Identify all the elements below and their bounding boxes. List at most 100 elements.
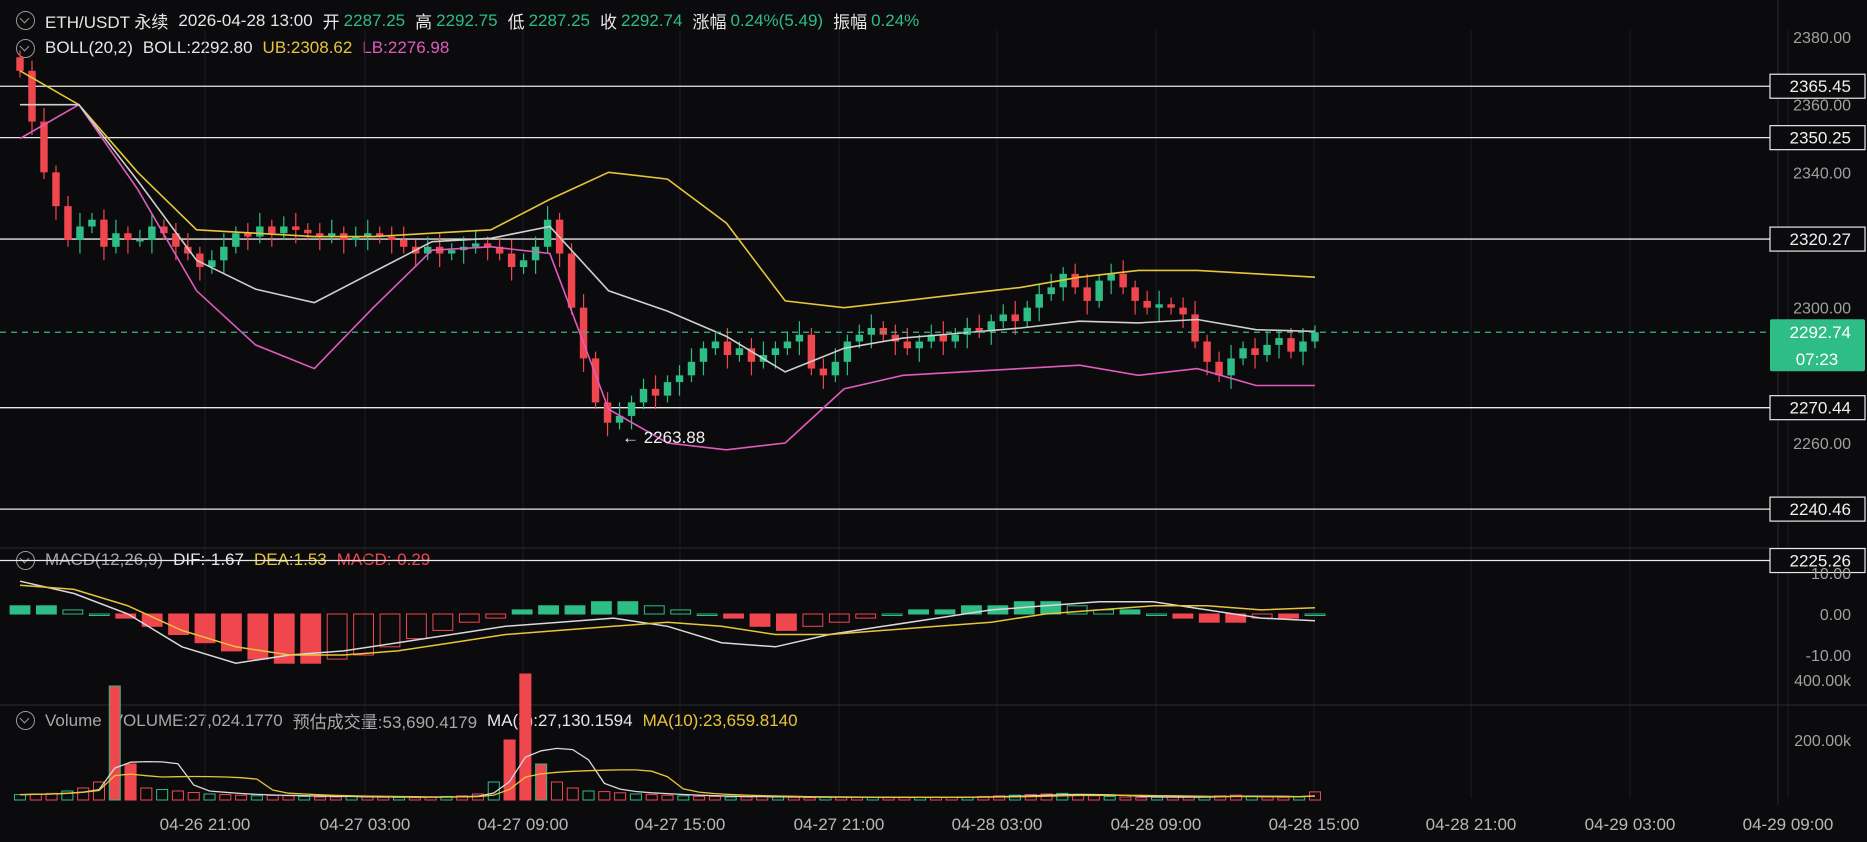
volume-bar: [203, 793, 216, 801]
macd-histogram-bar: [908, 609, 929, 615]
volume-bar: [250, 795, 263, 801]
x-tick-label: 04-27 09:00: [478, 815, 569, 834]
volume-bar: [1293, 796, 1306, 801]
candle-body: [879, 327, 888, 335]
x-tick-label: 04-29 09:00: [1743, 815, 1834, 834]
candle-body: [220, 246, 228, 261]
volume-bar: [124, 763, 137, 801]
macd-histogram-bar: [696, 613, 718, 616]
volume-bar: [882, 797, 895, 801]
candle-body: [1071, 273, 1079, 288]
candle-body: [939, 334, 948, 342]
candle-body: [387, 236, 396, 240]
candle-body: [735, 348, 744, 356]
candle-body: [1263, 344, 1271, 356]
candle-body: [627, 402, 636, 416]
macd-histogram-bar: [1172, 613, 1194, 619]
volume-bar: [1119, 796, 1132, 801]
macd-histogram-bar: [9, 605, 31, 615]
volume-bar: [235, 794, 248, 801]
macd-histogram-bar: [643, 605, 665, 615]
volume-y-tick-label: 200.00k: [1794, 733, 1852, 750]
x-tick-label: 04-27 15:00: [635, 815, 726, 834]
macd-histogram-bar: [194, 613, 216, 644]
candle-body: [280, 226, 288, 234]
chart-canvas[interactable]: 2365.452350.252320.272270.442240.462225.…: [0, 0, 1867, 842]
candle-body: [723, 341, 732, 356]
volume-bar: [677, 795, 690, 801]
candle-body: [136, 240, 144, 242]
volume-bar: [266, 795, 279, 801]
candle-body: [1251, 348, 1259, 356]
candle-body: [1167, 304, 1175, 308]
candle-body: [64, 206, 72, 240]
volume-bar: [282, 795, 295, 801]
volume-bar: [298, 795, 311, 801]
candle-body: [903, 341, 912, 349]
y-tick-label: 2360.00: [1793, 98, 1851, 115]
candle-body: [447, 250, 456, 254]
volume-bar: [787, 796, 800, 801]
volume-bar: [740, 796, 753, 801]
macd-y-tick-label: -10.00: [1806, 648, 1851, 665]
volume-bar: [614, 792, 627, 801]
y-tick-label: 2380.00: [1793, 30, 1851, 47]
candle-body: [699, 348, 708, 362]
volume-bar: [661, 794, 674, 801]
x-tick-label: 04-28 03:00: [952, 815, 1043, 834]
x-tick-label: 04-29 03:00: [1585, 815, 1676, 834]
macd-histogram-bar: [1278, 613, 1299, 619]
countdown-label: 07:23: [1796, 350, 1839, 369]
candle-body: [1107, 273, 1115, 281]
candle-body: [1155, 304, 1163, 308]
macd-histogram-bar: [538, 605, 559, 615]
volume-bar: [187, 792, 200, 801]
candle-body: [1035, 294, 1043, 308]
candle-body: [232, 233, 240, 247]
macd-histogram-bar: [776, 613, 797, 631]
macd-histogram-bar: [511, 609, 533, 615]
macd-histogram-bar: [591, 601, 612, 615]
volume-bar: [519, 673, 532, 801]
macd-y-tick-label: 10.00: [1811, 566, 1851, 583]
y-tick-label: 2260.00: [1793, 436, 1851, 453]
volume-bar: [1087, 795, 1100, 801]
candle-body: [1203, 341, 1211, 362]
candle-body: [843, 341, 852, 362]
low-price-annotation: ← 2263.88: [622, 428, 705, 447]
volume-bar: [598, 791, 611, 801]
macd-histogram-bar: [934, 609, 956, 615]
candle-body: [1131, 287, 1139, 301]
candle-body: [399, 240, 408, 247]
candle-body: [471, 243, 480, 247]
volume-bar: [140, 787, 153, 801]
current-price-label: 2292.74: [1790, 323, 1851, 342]
x-tick-label: 04-27 03:00: [320, 815, 411, 834]
price-level-label: 2240.46: [1790, 500, 1851, 519]
volume-ma5-line: [19, 747, 1316, 799]
candle-body: [1143, 300, 1151, 308]
x-tick-label: 04-28 15:00: [1269, 815, 1360, 834]
candle-body: [88, 219, 96, 227]
volume-bar: [550, 781, 563, 801]
volume-bar: [1103, 795, 1116, 801]
volume-bar: [724, 796, 737, 801]
candle-body: [915, 341, 924, 349]
candle-body: [16, 57, 24, 71]
candle-body: [651, 388, 660, 396]
candle-body: [304, 229, 312, 234]
macd-histogram-bar: [670, 609, 692, 615]
candle-body: [76, 226, 84, 240]
macd-histogram-bar: [485, 613, 507, 619]
volume-bar: [392, 796, 406, 801]
candle-body: [148, 226, 156, 240]
volume-bar: [693, 795, 706, 801]
candle-body: [567, 253, 576, 308]
price-level-label: 2365.45: [1790, 77, 1851, 96]
candle-body: [807, 334, 816, 369]
candle-body: [268, 226, 276, 234]
candle-body: [40, 121, 48, 173]
volume-bar: [408, 797, 421, 801]
candle-body: [543, 219, 552, 247]
macd-histogram-bar: [881, 613, 903, 616]
